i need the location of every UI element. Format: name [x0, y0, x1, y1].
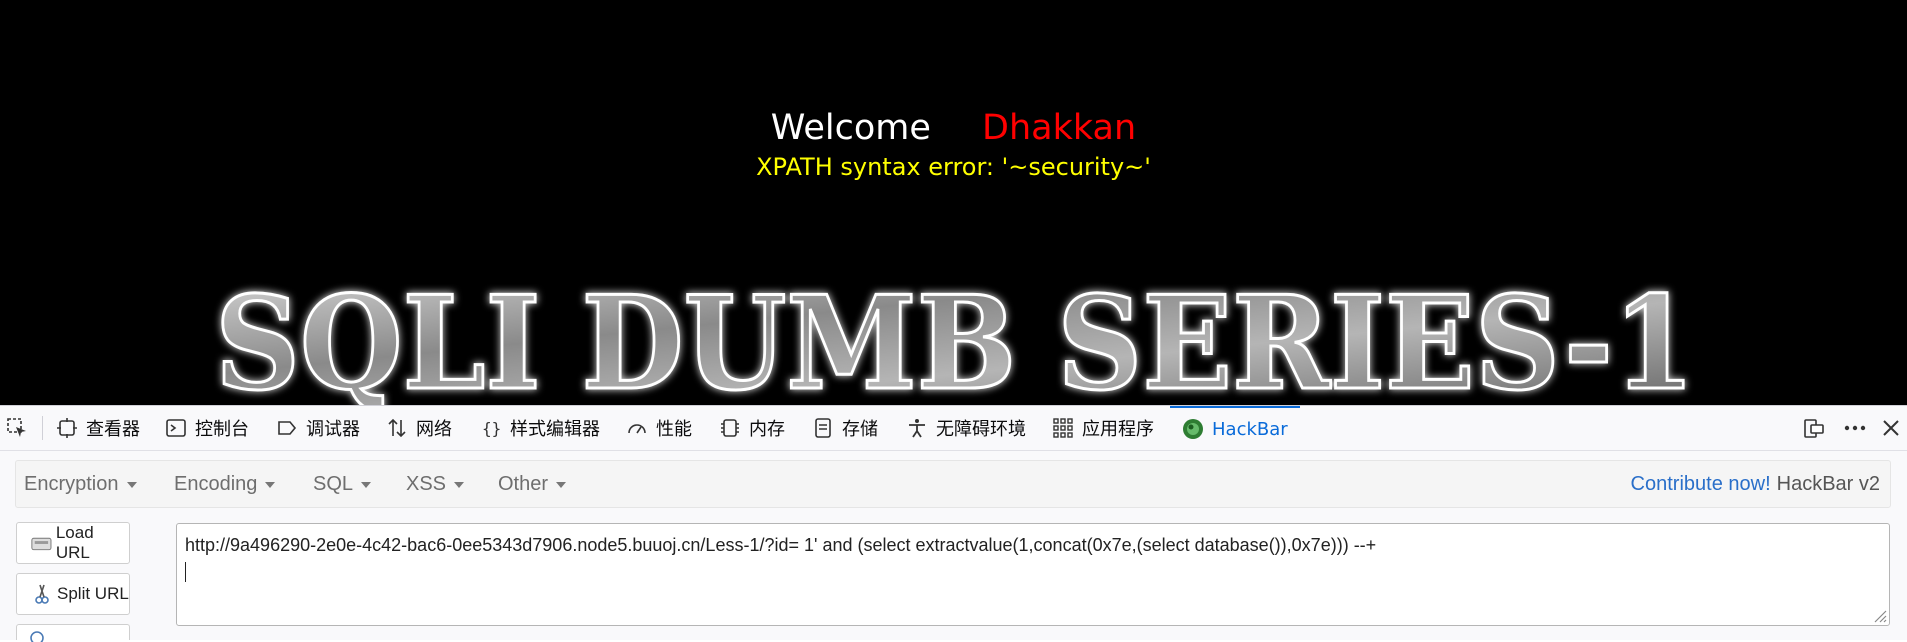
welcome-line: Welcome Dhakkan [0, 106, 1907, 150]
series-banner-logo: SQLI DUMB SERIES-1 [214, 270, 1697, 405]
scissors-icon [35, 584, 49, 604]
tab-storage[interactable]: 存储 [812, 406, 878, 450]
error-message: XPATH syntax error: '~security~' [756, 153, 1151, 181]
url-text: http://9a496290-2e0e-4c42-bac6-0ee5343d7… [185, 535, 1377, 555]
split-url-button[interactable]: Split URL [16, 573, 130, 615]
menu-sql[interactable]: SQL [313, 461, 372, 507]
user-name: Dhakkan [982, 108, 1137, 148]
debugger-icon [278, 421, 297, 435]
execute-button[interactable] [16, 624, 130, 642]
tab-label: 控制台 [195, 419, 249, 440]
button-label: Load URL [55, 523, 94, 562]
tab-label: 性能 [656, 419, 692, 440]
menu-other[interactable]: Other [498, 461, 567, 507]
tab-debugger[interactable]: 调试器 [276, 406, 360, 450]
tab-style-editor[interactable]: {} 样式编辑器 [480, 406, 600, 450]
text-cursor [185, 562, 186, 582]
accessibility-icon [909, 419, 925, 438]
svg-text:{}: {} [482, 419, 501, 438]
menu-xss[interactable]: XSS [406, 461, 465, 507]
network-icon [388, 418, 406, 438]
tab-hackbar[interactable]: HackBar [1170, 406, 1300, 450]
tab-label: 应用程序 [1082, 419, 1154, 440]
url-textarea[interactable]: http://9a496290-2e0e-4c42-bac6-0ee5343d7… [176, 523, 1890, 626]
banner-text: SQLI DUMB SERIES-1 [215, 270, 1695, 405]
storage-icon [815, 418, 831, 438]
chevron-down-icon [556, 482, 567, 488]
menu-label: Encryption [24, 472, 119, 495]
menu-encoding[interactable]: Encoding [174, 461, 276, 507]
contribute-link[interactable]: Contribute now! [1631, 473, 1771, 496]
tab-label: 网络 [416, 419, 452, 440]
tab-network[interactable]: 网络 [386, 406, 452, 450]
menu-label: XSS [406, 472, 447, 495]
menu-label: SQL [313, 472, 354, 495]
execute-icon [30, 630, 44, 642]
tab-label: 查看器 [86, 419, 140, 440]
toolbar-divider [42, 416, 43, 440]
load-url-icon [31, 537, 52, 551]
hackbar-icon [1183, 419, 1203, 439]
chevron-down-icon [454, 482, 465, 488]
chevron-down-icon [361, 482, 372, 488]
style-editor-icon: {} [482, 419, 501, 438]
devtools-panel: 查看器 控制台 调试器 网络 {} 样式编辑器 性能 内存 存储 无障碍环境 应… [0, 405, 1907, 642]
contribute-area: Contribute now! HackBar v2 [1631, 461, 1880, 507]
resize-handle-icon[interactable] [1873, 609, 1887, 623]
tab-label: 无障碍环境 [936, 419, 1026, 440]
console-icon [166, 419, 186, 437]
hackbar-menu-bar: Encryption Encoding SQL XSS Other Contri… [15, 460, 1891, 508]
menu-label: Encoding [174, 472, 258, 495]
tab-performance[interactable]: 性能 [626, 406, 692, 450]
performance-icon [628, 424, 646, 434]
tab-accessibility[interactable]: 无障碍环境 [906, 406, 1026, 450]
page-viewport: Welcome Dhakkan XPATH syntax error: '~se… [0, 0, 1907, 405]
devtools-toolbar: 查看器 控制台 调试器 网络 {} 样式编辑器 性能 内存 存储 无障碍环境 应… [0, 406, 1907, 451]
menu-label: Other [498, 472, 549, 495]
tab-label: HackBar [1212, 418, 1288, 440]
application-icon [1053, 418, 1073, 438]
element-picker-button[interactable] [6, 406, 36, 450]
memory-icon [721, 419, 739, 437]
chevron-down-icon [265, 482, 276, 488]
welcome-text: Welcome [770, 108, 931, 148]
tab-console[interactable]: 控制台 [165, 406, 249, 450]
tab-label: 内存 [749, 419, 785, 440]
menu-encryption[interactable]: Encryption [24, 461, 137, 507]
chevron-down-icon [126, 482, 137, 488]
hackbar-version: HackBar v2 [1776, 472, 1880, 495]
tab-label: 样式编辑器 [510, 419, 600, 440]
picker-icon [7, 418, 26, 437]
load-url-button[interactable]: Load URL [16, 522, 130, 564]
more-options-icon[interactable] [1843, 417, 1867, 439]
tab-inspector[interactable]: 查看器 [56, 406, 140, 450]
tab-label: 调试器 [306, 419, 360, 440]
devtools-right-tools [1803, 406, 1907, 450]
close-icon[interactable] [1881, 418, 1901, 438]
responsive-design-icon[interactable] [1803, 417, 1825, 439]
tab-memory[interactable]: 内存 [719, 406, 785, 450]
button-label: Split URL [57, 584, 129, 603]
inspector-icon [57, 418, 77, 438]
tab-application[interactable]: 应用程序 [1052, 406, 1154, 450]
tab-label: 存储 [842, 419, 878, 440]
